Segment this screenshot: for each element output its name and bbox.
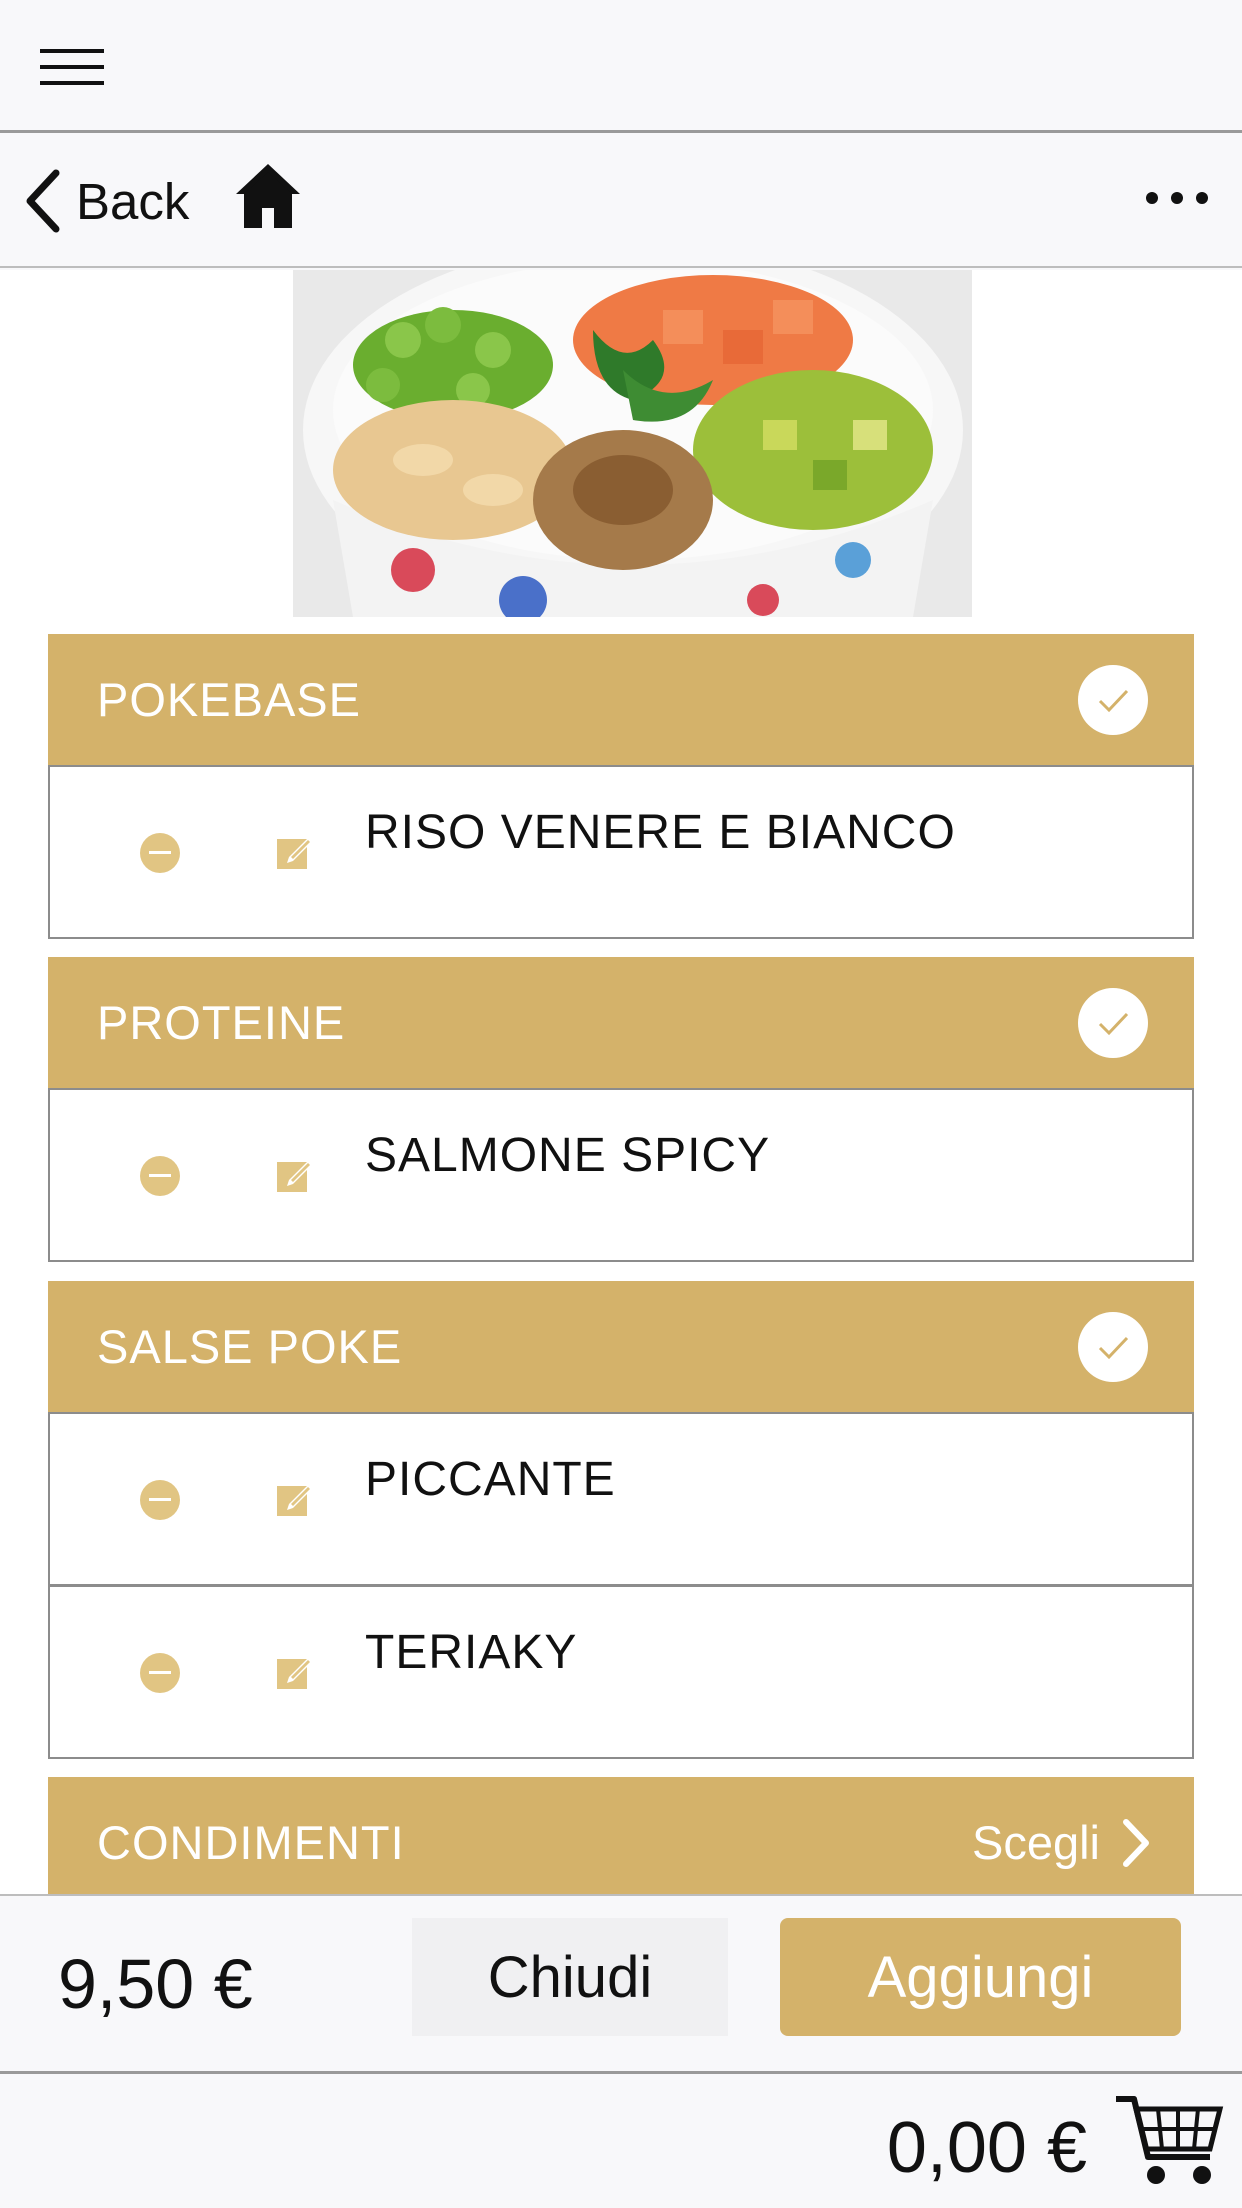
edit-icon[interactable] bbox=[275, 1651, 315, 1691]
list-item: PICCANTE bbox=[48, 1412, 1194, 1586]
choose-label: Scegli bbox=[971, 1816, 1100, 1869]
top-bar bbox=[0, 0, 1242, 133]
home-icon[interactable] bbox=[232, 160, 304, 232]
close-button[interactable]: Chiudi bbox=[412, 1918, 728, 2036]
remove-icon[interactable] bbox=[140, 1156, 180, 1196]
check-icon bbox=[1078, 1312, 1148, 1382]
section-title: SALSE POKE bbox=[97, 1320, 403, 1373]
back-label: Back bbox=[76, 172, 190, 230]
section-header-proteine[interactable]: PROTEINE bbox=[48, 957, 1194, 1088]
section-title: CONDIMENTI bbox=[97, 1816, 405, 1869]
item-label: SALMONE SPICY bbox=[365, 1129, 771, 1182]
section-title: PROTEINE bbox=[97, 996, 346, 1049]
remove-icon[interactable] bbox=[140, 833, 180, 873]
action-bar: 9,50 € Chiudi Aggiungi bbox=[0, 1894, 1242, 2074]
edit-icon[interactable] bbox=[275, 1478, 315, 1518]
list-item: SALMONE SPICY bbox=[48, 1088, 1194, 1262]
more-options-icon[interactable] bbox=[1142, 178, 1212, 218]
section-header-condimenti[interactable]: CONDIMENTI Scegli bbox=[48, 1777, 1194, 1894]
product-options-content[interactable]: POKEBASE RISO VENERE E BIANCO PROTEINE S… bbox=[0, 270, 1242, 1894]
nav-bar: Back bbox=[0, 136, 1242, 268]
edit-icon[interactable] bbox=[275, 831, 315, 871]
chevron-right-icon bbox=[1123, 1818, 1149, 1867]
product-photo bbox=[293, 270, 972, 617]
hamburger-menu-icon[interactable] bbox=[40, 47, 104, 87]
remove-icon[interactable] bbox=[140, 1653, 180, 1693]
cart-bar[interactable]: 0,00 € bbox=[0, 2077, 1242, 2208]
chevron-left-icon bbox=[26, 169, 60, 233]
add-button[interactable]: Aggiungi bbox=[780, 1918, 1181, 2036]
check-icon bbox=[1078, 665, 1148, 735]
item-label: PICCANTE bbox=[365, 1453, 616, 1506]
cart-icon[interactable] bbox=[1114, 2091, 1224, 2191]
choose-button[interactable]: Scegli bbox=[972, 1777, 1150, 1894]
section-header-salse-poke[interactable]: SALSE POKE bbox=[48, 1281, 1194, 1412]
list-item: TERIAKY bbox=[48, 1585, 1194, 1759]
check-icon bbox=[1078, 988, 1148, 1058]
remove-icon[interactable] bbox=[140, 1480, 180, 1520]
back-button[interactable]: Back bbox=[22, 166, 189, 236]
edit-icon[interactable] bbox=[275, 1154, 315, 1194]
item-label: RISO VENERE E BIANCO bbox=[365, 806, 956, 859]
cart-total: 0,00 € bbox=[886, 2108, 1087, 2188]
section-header-pokebase[interactable]: POKEBASE bbox=[48, 634, 1194, 765]
list-item: RISO VENERE E BIANCO bbox=[48, 765, 1194, 939]
section-title: POKEBASE bbox=[97, 673, 361, 726]
item-label: TERIAKY bbox=[365, 1626, 578, 1679]
product-price: 9,50 € bbox=[58, 1945, 253, 2023]
